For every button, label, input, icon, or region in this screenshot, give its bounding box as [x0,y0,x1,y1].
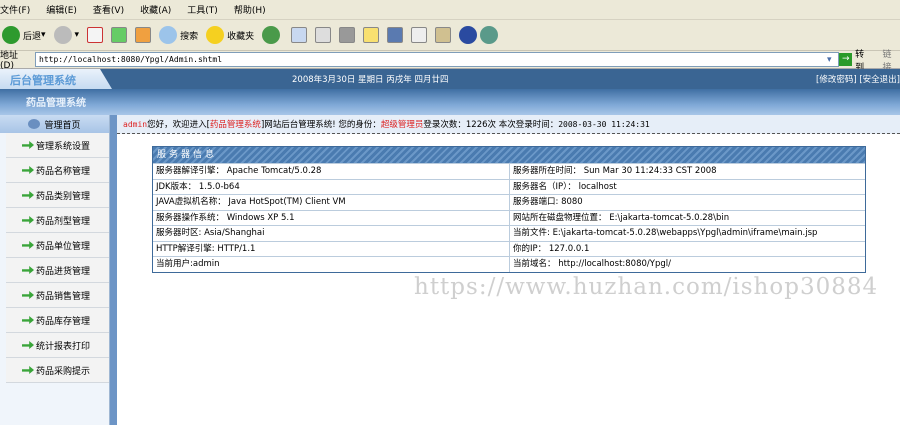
print-icon[interactable] [315,27,332,43]
menu-tools[interactable]: 工具(T) [187,3,218,16]
system-title: 药品管理系统 [26,98,86,109]
star-icon [206,26,225,44]
title-band: 药品管理系统 [0,89,900,115]
table-cell: 网站所在磁盘物理位置： E:\jakarta-tomcat-5.0.28\bin [509,210,865,225]
favorites-button[interactable]: 收藏夹 [206,26,254,44]
server-info-table: 服务器信息 服务器解译引擎： Apache Tomcat/5.0.28 服务器所在… [152,146,866,273]
table-cell: JDK版本： 1.5.0-b64 [156,181,240,192]
arrow-icon [22,166,34,174]
sidebar: 管理首页 管理系统设置 药品名称管理 药品类别管理 药品剂型管理 药品单位管理 … [0,115,110,425]
k-icon[interactable] [411,27,428,43]
mail-icon[interactable] [291,27,308,43]
refresh-icon[interactable] [111,27,128,43]
note-icon[interactable] [363,27,380,43]
welcome-user: admin [123,119,148,129]
address-label: 地址(D) [0,51,19,71]
app-header: 后台管理系统 2008年3月30日 星期日 丙戌年 四月廿四 [修改密码] [安… [0,69,900,89]
table-cell: JAVA虚拟机名称： Java HotSpot(TM) Client VM [156,197,346,207]
table-cell: 当前用户:admin [156,259,220,269]
arrow-icon [22,291,34,299]
table-row: JDK版本： 1.5.0-b64 服务器名（IP）： localhost [153,178,865,194]
table-row: 服务器操作系统： Windows XP 5.1 网站所在磁盘物理位置： E:\ja… [153,209,865,225]
menu-favorites[interactable]: 收藏(A) [140,3,171,16]
arrow-icon [22,366,34,374]
sidebar-home[interactable]: 管理首页 [0,115,109,133]
table-cell: 当前域名： http://localhost:8080/Ypgl/ [509,257,865,272]
sidebar-item-sales[interactable]: 药品销售管理 [6,283,109,308]
stop-icon[interactable] [87,27,104,43]
arrow-icon [22,216,34,224]
sidebar-divider[interactable] [110,115,117,425]
table-row: HTTP解译引擎: HTTP/1.1 你的IP： 127.0.0.1 [153,240,865,256]
arrow-icon [22,141,34,149]
table-cell: 服务器所在时间： Sun Mar 30 11:24:33 CST 2008 [509,164,865,179]
menu-view[interactable]: 查看(V) [93,3,124,16]
search-globe-icon[interactable] [459,26,478,44]
back-arrow-icon [2,26,20,44]
table-row: 当前用户:admin 当前域名： http://localhost:8080/Yp… [153,256,865,272]
forward-button[interactable]: ▾ [53,26,79,44]
sidebar-item-reports[interactable]: 统计报表打印 [6,333,109,358]
table-cell: 服务器时区: Asia/Shanghai [156,228,265,238]
history-icon[interactable] [262,26,281,44]
messenger-icon[interactable] [387,27,404,43]
table-cell: 当前文件: E:\jakarta-tomcat-5.0.28\webapps\Y… [509,226,865,241]
sidebar-item-units[interactable]: 药品单位管理 [6,233,109,258]
logout-link[interactable]: [安全退出] [859,75,900,85]
arrow-icon [22,316,34,324]
table-cell: 你的IP： 127.0.0.1 [509,241,865,256]
browser-toolbar: 后退 ▾ ▾ 搜索 收藏夹 [0,20,900,51]
app-logo: 后台管理系统 [0,69,112,89]
arrow-icon [22,341,34,349]
table-cell: 服务器解译引擎： Apache Tomcat/5.0.28 [156,166,322,176]
back-button[interactable]: 后退 ▾ [2,26,46,44]
sidebar-item-purchasing[interactable]: 药品进货管理 [6,258,109,283]
menu-file[interactable]: 文件(F) [0,3,30,16]
server-info-title: 服务器信息 [153,147,865,163]
menu-help[interactable]: 帮助(H) [234,3,266,16]
research-icon[interactable] [435,27,452,43]
address-dropdown-icon[interactable]: ▾ [827,55,832,65]
home-icon[interactable] [135,27,152,43]
table-cell: 服务器端口: 8080 [509,195,865,210]
search-button[interactable]: 搜索 [159,26,198,44]
sidebar-item-dosage-forms[interactable]: 药品剂型管理 [6,208,109,233]
home-globe-icon [28,119,41,129]
arrow-icon [22,266,34,274]
sidebar-item-drug-names[interactable]: 药品名称管理 [6,158,109,183]
change-password-link[interactable]: [修改密码] [816,75,857,85]
welcome-system: 药品管理系统 [209,120,261,130]
go-arrow-icon: → [839,53,853,66]
welcome-bar: admin 您好，欢迎进入[药品管理系统]网站后台管理系统! 您的身份： 超级管理… [117,115,900,134]
arrow-icon [22,191,34,199]
forward-arrow-icon [53,26,72,44]
search-icon [159,26,178,44]
people-icon[interactable] [480,26,499,44]
welcome-role: 超级管理员 [380,120,424,130]
login-time: 2008-03-30 11:24:31 [558,119,650,129]
table-row: JAVA虚拟机名称： Java HotSpot(TM) Client VM 服务器… [153,194,865,210]
header-date: 2008年3月30日 星期日 丙戌年 四月廿四 [292,75,449,85]
sidebar-item-drug-categories[interactable]: 药品类别管理 [6,183,109,208]
table-row: 服务器解译引擎： Apache Tomcat/5.0.28 服务器所在时间： Su… [153,163,865,179]
watermark: https://www.huzhan.com/ishop30884 [414,274,879,300]
sidebar-item-purchase-alerts[interactable]: 药品采购提示 [6,358,109,383]
arrow-icon [22,241,34,249]
edit-icon[interactable] [339,27,356,43]
address-bar: 地址(D) http://localhost:8080/Ypgl/Admin.s… [0,50,900,73]
table-row: 服务器时区: Asia/Shanghai 当前文件: E:\jakarta-tom… [153,225,865,241]
address-input[interactable]: http://localhost:8080/Ypgl/Admin.shtml [35,52,839,67]
sidebar-item-inventory[interactable]: 药品库存管理 [6,308,109,333]
sidebar-item-system-settings[interactable]: 管理系统设置 [6,133,109,158]
menu-bar: 文件(F) 编辑(E) 查看(V) 收藏(A) 工具(T) 帮助(H) [0,0,900,20]
table-cell: 服务器名（IP）： localhost [509,179,865,194]
table-cell: 服务器操作系统： Windows XP 5.1 [156,212,295,223]
menu-edit[interactable]: 编辑(E) [46,3,77,16]
table-cell: HTTP解译引擎: HTTP/1.1 [156,243,256,254]
